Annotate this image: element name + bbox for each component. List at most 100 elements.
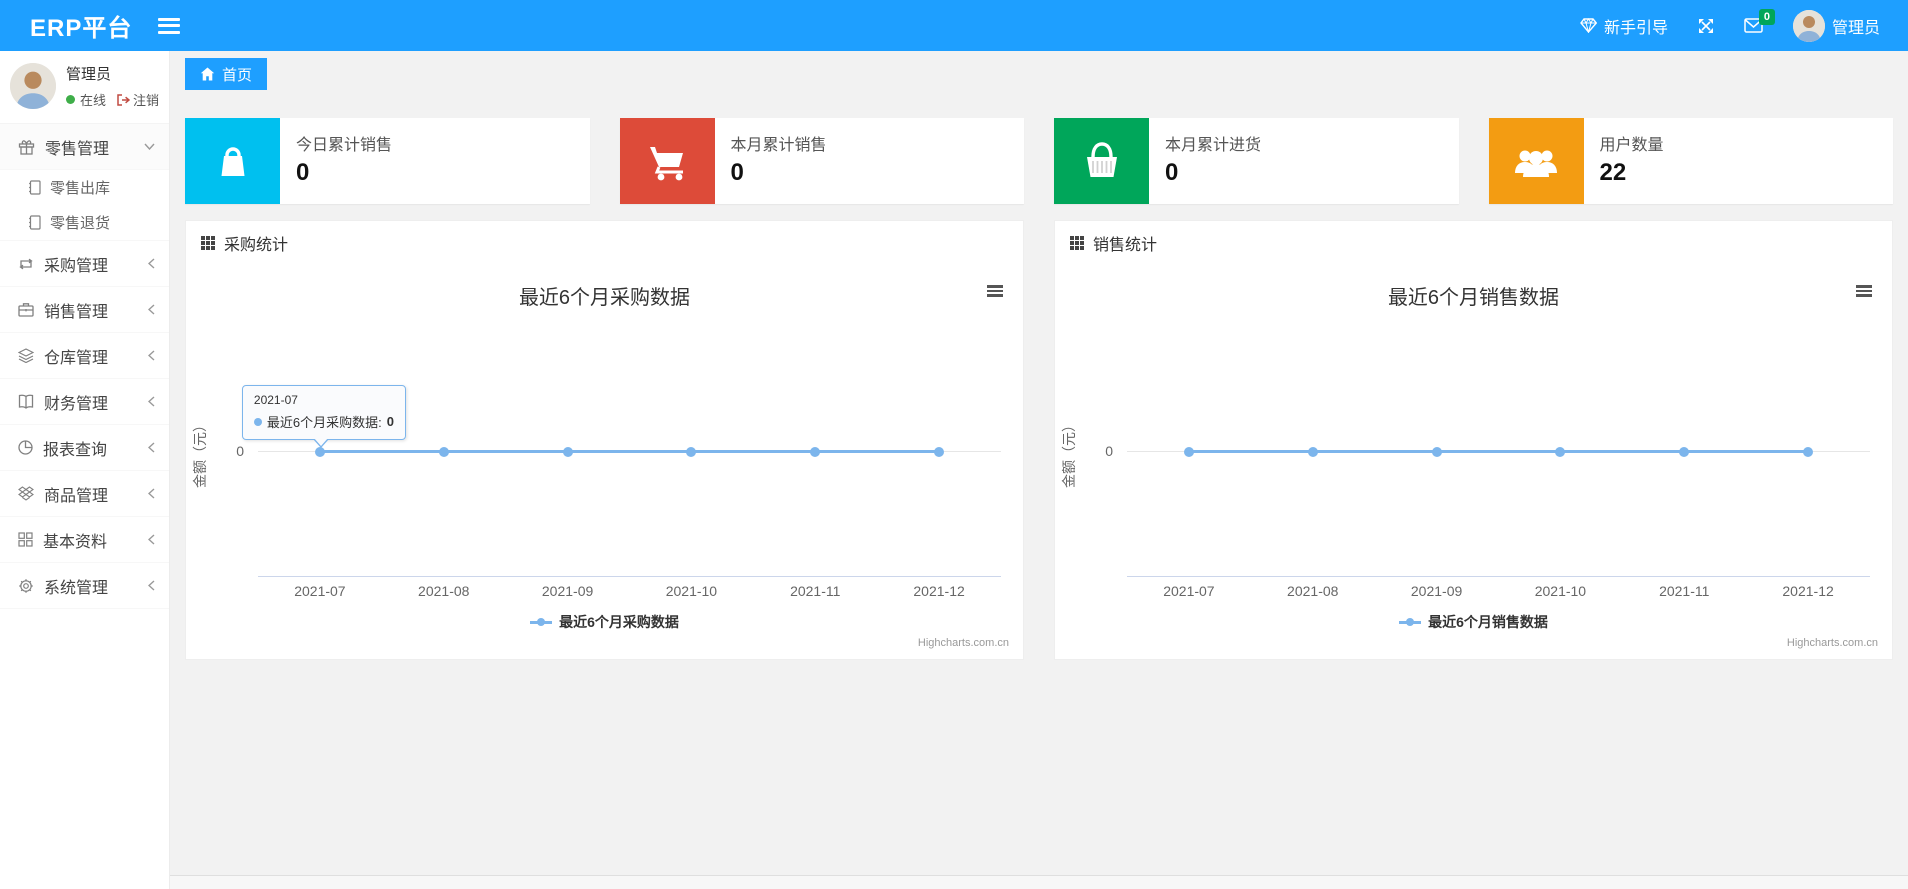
- sidebar-item-purchase[interactable]: 采购管理: [0, 241, 169, 287]
- fullscreen-icon: [1698, 18, 1714, 34]
- sidebar: 管理员 在线 注销 零售管理 零售出库 零售退货 采购管理 销售管理 仓库管理 …: [0, 51, 170, 889]
- sidebar-item-label: 零售退货: [50, 215, 111, 232]
- panel-title: 采购统计: [224, 237, 289, 254]
- online-status-label: 在线: [80, 93, 107, 108]
- logout-label: 注销: [133, 93, 160, 108]
- tab-home-label: 首页: [222, 66, 253, 84]
- stat-card-label: 用户数量: [1599, 137, 1664, 154]
- series-marker-icon: [253, 417, 262, 426]
- sidebar-submenu-retail: 零售出库 零售退货: [0, 170, 169, 241]
- sidebar-item-basic-data[interactable]: 基本资料: [0, 517, 169, 563]
- stat-card-month-sales[interactable]: 本月累计销售 0: [619, 118, 1024, 204]
- username-label: 管理员: [1831, 19, 1880, 37]
- messages-button[interactable]: 0: [1744, 9, 1775, 33]
- guide-label: 新手引导: [1603, 19, 1668, 37]
- tooltip-arrow: [313, 438, 328, 446]
- chevron-down-icon: [144, 143, 155, 150]
- x-axis-tick-label: 2021-10: [1534, 583, 1587, 599]
- chart-context-menu-button[interactable]: [1856, 285, 1872, 297]
- sidebar-item-retail[interactable]: 零售管理: [0, 124, 169, 170]
- x-axis-tick-label: 2021-11: [790, 583, 841, 599]
- sidebar-item-products[interactable]: 商品管理: [0, 471, 169, 517]
- x-axis-tick-label: 2021-12: [913, 583, 965, 599]
- sidebar-item-label: 零售出库: [50, 180, 111, 197]
- legend-marker-icon: [530, 617, 553, 627]
- x-axis-tick-label: 2021-07: [294, 583, 346, 599]
- x-axis-tick-label: 2021-12: [1782, 583, 1834, 599]
- chart-context-menu-button[interactable]: [987, 285, 1003, 297]
- sidebar-item-label: 系统管理: [44, 579, 109, 597]
- online-dot-icon: [66, 95, 75, 104]
- stat-card-month-purchase[interactable]: 本月累计进货 0: [1054, 118, 1459, 204]
- basket-icon: [1054, 118, 1149, 204]
- sidebar-item-reports[interactable]: 报表查询: [0, 425, 169, 471]
- stat-card-label: 本月累计进货: [1165, 137, 1262, 154]
- chevron-left-icon: [148, 258, 155, 269]
- stat-card-label: 今日累计销售: [296, 137, 393, 154]
- sync-icon: [18, 257, 34, 271]
- sidebar-item-retail-outbound[interactable]: 零售出库: [0, 170, 169, 205]
- x-axis-tick-label: 2021-08: [1287, 583, 1339, 599]
- chart-legend[interactable]: 最近6个月销售数据: [1055, 612, 1892, 632]
- sidebar-toggle-icon[interactable]: [158, 17, 181, 34]
- sidebar-item-sales[interactable]: 销售管理: [0, 287, 169, 333]
- tab-home[interactable]: 首页: [185, 58, 268, 90]
- sidebar-item-system[interactable]: 系统管理: [0, 563, 169, 609]
- y-axis-label: 金额（元）: [1061, 418, 1077, 488]
- chevron-left-icon: [148, 534, 155, 545]
- sidebar-user-block: 管理员 在线 注销: [0, 51, 169, 124]
- panel-header: 采购统计: [186, 221, 1023, 265]
- tooltip-series-label: 最近6个月采购数据:: [266, 415, 382, 430]
- chevron-left-icon: [148, 488, 155, 499]
- sidebar-item-label: 仓库管理: [44, 349, 109, 367]
- sidebar-item-warehouse[interactable]: 仓库管理: [0, 333, 169, 379]
- cube-icon: [18, 486, 34, 501]
- chevron-left-icon: [148, 580, 155, 591]
- purchase-chart: 最近6个月采购数据 金额（元） 0 2021-07 最近6个月采购数据: 0 最…: [186, 265, 1023, 659]
- sales-chart: 最近6个月销售数据 金额（元） 0 最近6个月销售数据 Highcharts.c…: [1055, 265, 1892, 659]
- th-grid-icon: [201, 236, 215, 250]
- sales-stats-panel: 销售统计 最近6个月销售数据 金额（元） 0 最近6个月销售数据 Highcha…: [1054, 220, 1893, 660]
- sidebar-item-retail-return[interactable]: 零售退货: [0, 205, 169, 240]
- chart-legend[interactable]: 最近6个月采购数据: [186, 612, 1023, 632]
- chart-tooltip: 2021-07 最近6个月采购数据: 0: [241, 385, 406, 448]
- cart-icon: [619, 118, 715, 204]
- layers-icon: [18, 348, 34, 363]
- briefcase-icon: [18, 302, 34, 317]
- stat-card-value: 22: [1599, 159, 1627, 186]
- stat-card-label: 本月累计销售: [730, 137, 827, 154]
- legend-label: 最近6个月销售数据: [1428, 614, 1548, 630]
- sidebar-item-finance[interactable]: 财务管理: [0, 379, 169, 425]
- guide-button[interactable]: 新手引导: [1580, 14, 1668, 38]
- user-menu[interactable]: 管理员: [1792, 9, 1880, 42]
- avatar: [1792, 9, 1825, 42]
- chevron-left-icon: [148, 442, 155, 453]
- purchase-stats-panel: 采购统计 最近6个月采购数据 金额（元） 0 2021-07 最近6个月采购数据…: [185, 220, 1024, 660]
- y-axis-tick: 0: [1105, 443, 1113, 459]
- book-open-icon: [18, 394, 34, 409]
- panel-header: 销售统计: [1055, 221, 1892, 265]
- chart-title: 最近6个月销售数据: [1387, 287, 1560, 309]
- sidebar-username: 管理员: [66, 66, 112, 83]
- stat-card-user-count[interactable]: 用户数量 22: [1488, 118, 1893, 204]
- main-content: 首页 今日累计销售 0 本月累计销售 0 本月累计进货 0 用户数量 22 采购…: [170, 51, 1908, 889]
- notebook-icon: [28, 180, 41, 195]
- notebook-icon: [28, 215, 41, 230]
- legend-label: 最近6个月采购数据: [559, 614, 679, 630]
- sidebar-item-label: 财务管理: [44, 395, 109, 413]
- tooltip-header: 2021-07: [253, 393, 298, 407]
- highcharts-credit-link[interactable]: Highcharts.com.cn: [918, 637, 1009, 649]
- stat-card-value: 0: [730, 159, 744, 186]
- chevron-left-icon: [148, 304, 155, 315]
- logout-link[interactable]: 注销: [117, 90, 159, 109]
- sidebar-item-label: 商品管理: [44, 487, 109, 505]
- y-axis-label: 金额（元）: [192, 418, 208, 488]
- stat-card-value: 0: [1165, 159, 1179, 186]
- chevron-left-icon: [148, 396, 155, 407]
- pie-chart-icon: [18, 440, 33, 455]
- stat-cards-row: 今日累计销售 0 本月累计销售 0 本月累计进货 0 用户数量 22: [170, 94, 1908, 204]
- fullscreen-button[interactable]: [1698, 18, 1714, 34]
- stat-card-today-sales[interactable]: 今日累计销售 0: [185, 118, 590, 204]
- highcharts-credit-link[interactable]: Highcharts.com.cn: [1787, 637, 1878, 649]
- gear-icon: [18, 578, 34, 594]
